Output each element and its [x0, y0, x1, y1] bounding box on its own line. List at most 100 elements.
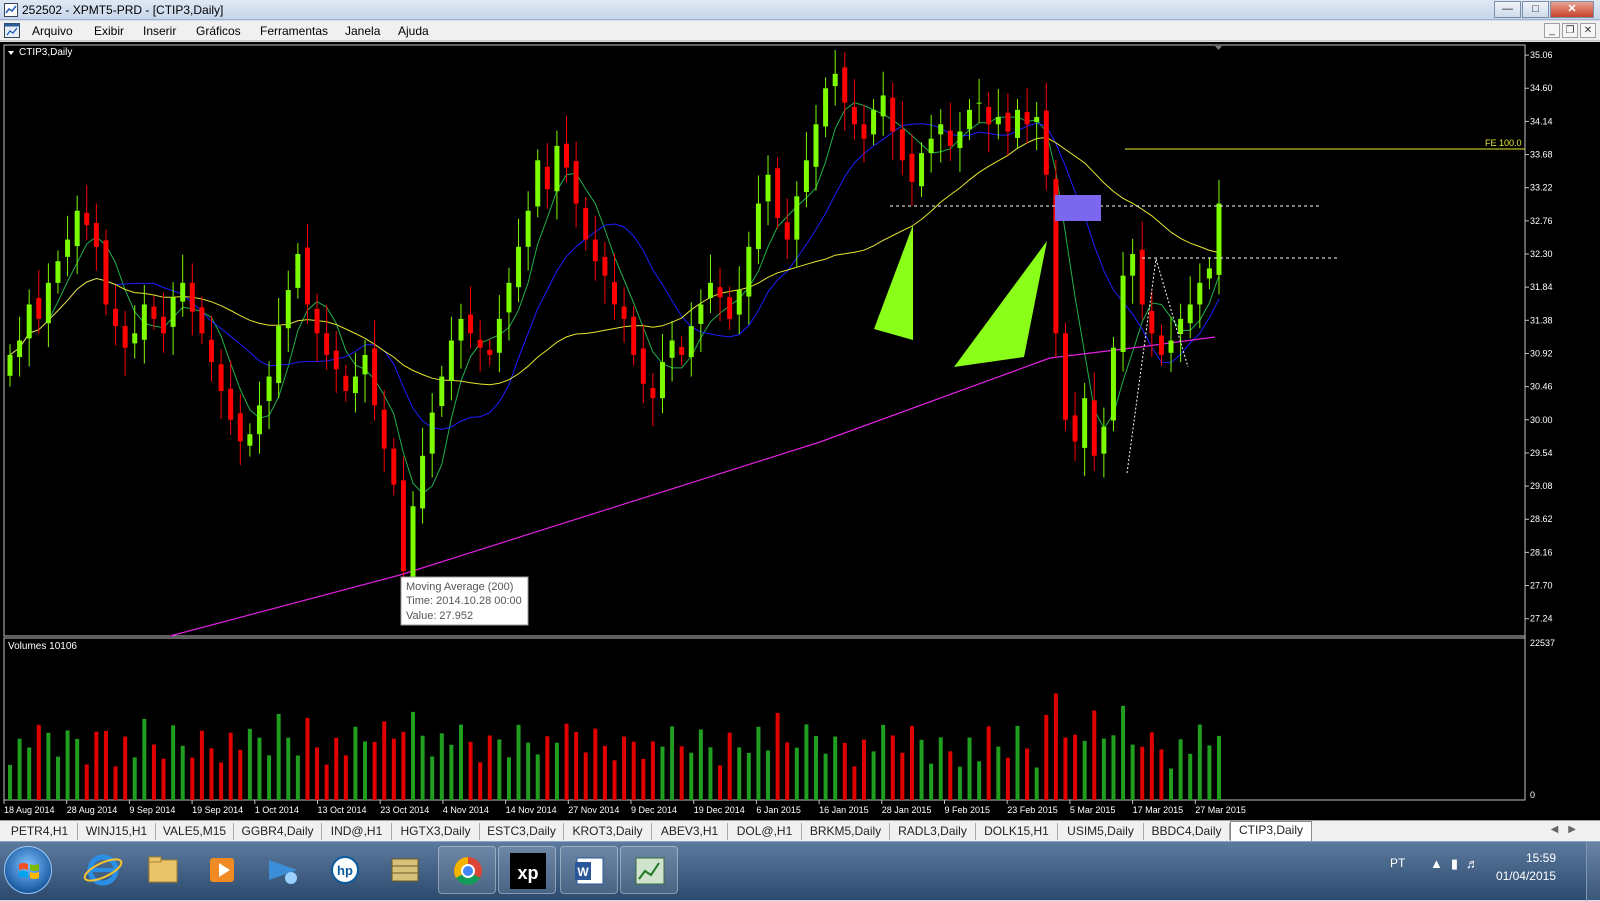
volume-bar[interactable] [199, 730, 204, 800]
minimize-button[interactable]: — [1494, 1, 1521, 18]
candle-body[interactable] [391, 448, 397, 485]
volume-bar[interactable] [1005, 757, 1010, 800]
candle-body[interactable] [400, 480, 406, 572]
volume-bar[interactable] [439, 733, 444, 800]
candle-body[interactable] [640, 348, 646, 384]
volume-bar[interactable] [506, 757, 511, 800]
candle-body[interactable] [477, 339, 483, 348]
volume-bar[interactable] [842, 742, 847, 800]
candle-body[interactable] [26, 304, 32, 339]
metatrader-icon[interactable] [620, 846, 678, 894]
volume-bar[interactable] [660, 746, 665, 800]
volume-bar[interactable] [65, 730, 70, 800]
highlight-box[interactable] [1055, 195, 1101, 221]
candle-body[interactable] [103, 240, 109, 305]
candle-body[interactable] [266, 376, 272, 402]
candle-body[interactable] [247, 434, 253, 446]
volume-bar[interactable] [622, 736, 627, 801]
volume-bar[interactable] [363, 741, 368, 801]
candle-body[interactable] [343, 375, 349, 391]
candle-body[interactable] [199, 307, 205, 334]
volume-bar[interactable] [631, 741, 636, 800]
volume-bar[interactable] [823, 753, 828, 800]
volume-bar[interactable] [919, 739, 924, 800]
volume-bar[interactable] [833, 736, 838, 801]
volume-bar[interactable] [689, 752, 694, 800]
candle-body[interactable] [122, 326, 128, 348]
file-explorer-icon[interactable] [134, 846, 192, 894]
candle-body[interactable] [659, 362, 665, 399]
candle-body[interactable] [602, 256, 608, 276]
volume-bar[interactable] [1111, 735, 1116, 800]
volume-bar[interactable] [977, 761, 982, 800]
chart-window-icon[interactable] [4, 23, 20, 38]
volume-bar[interactable] [900, 752, 905, 800]
triangle-shape-right[interactable] [954, 241, 1047, 367]
volume-bar[interactable] [391, 738, 396, 800]
menu-graficos[interactable]: Gráficos [196, 24, 241, 38]
volume-bar[interactable] [1092, 710, 1097, 801]
candle-body[interactable] [55, 261, 61, 283]
volume-bar[interactable] [1053, 693, 1058, 800]
show-desktop-button[interactable] [1586, 842, 1600, 901]
volume-bar[interactable] [593, 728, 598, 800]
candle-body[interactable] [631, 316, 637, 355]
candle-body[interactable] [544, 166, 550, 190]
volume-bar[interactable] [1044, 714, 1049, 800]
mdi-minimize-button[interactable]: _ [1544, 23, 1560, 38]
volume-bar[interactable] [401, 731, 406, 800]
candle-body[interactable] [621, 306, 627, 319]
candle-body[interactable] [228, 388, 234, 420]
candle-body[interactable] [1043, 110, 1049, 175]
clock-time[interactable]: 15:59 [1526, 851, 1556, 865]
volume-bar[interactable] [55, 756, 60, 800]
candle-body[interactable] [1187, 304, 1193, 324]
chrome-icon[interactable] [438, 846, 496, 894]
volume-bar[interactable] [967, 737, 972, 801]
volume-bar[interactable] [938, 737, 943, 800]
volume-bar[interactable] [468, 741, 473, 800]
volume-bar[interactable] [487, 735, 492, 801]
candle-body[interactable] [669, 340, 675, 358]
volume-bar[interactable] [161, 758, 166, 800]
volume-bar[interactable] [1073, 734, 1078, 800]
candle-body[interactable] [995, 117, 1001, 125]
candle-body[interactable] [276, 326, 282, 384]
volume-bar[interactable] [986, 726, 991, 800]
volume-bar[interactable] [996, 746, 1001, 800]
candle-body[interactable] [1110, 347, 1116, 421]
volume-bar[interactable] [957, 766, 962, 800]
candle-body[interactable] [218, 364, 224, 391]
candle-body[interactable] [727, 297, 733, 319]
volume-bar[interactable] [814, 735, 818, 800]
candle-body[interactable] [1101, 426, 1107, 454]
candle-body[interactable] [1062, 333, 1068, 420]
internet-explorer-icon[interactable] [74, 846, 132, 894]
candle-body[interactable] [381, 409, 387, 449]
tab-petr4[interactable]: PETR4,H1 [2, 823, 78, 840]
candle-body[interactable] [237, 413, 243, 442]
volume-bar[interactable] [1082, 740, 1087, 800]
network-app-icon[interactable] [254, 846, 312, 894]
maximize-button[interactable]: □ [1522, 1, 1549, 18]
candle-body[interactable] [516, 246, 522, 288]
hp-icon[interactable]: hp [316, 846, 374, 894]
volume-bar[interactable] [84, 764, 89, 801]
volume-bar[interactable] [526, 742, 531, 800]
media-player-icon[interactable] [194, 846, 252, 894]
candle-body[interactable] [1005, 112, 1011, 132]
menu-janela[interactable]: Janela [345, 24, 380, 38]
candle-body[interactable] [132, 333, 138, 344]
candle-body[interactable] [496, 318, 502, 353]
volume-bar[interactable] [881, 724, 886, 800]
archive-app-icon[interactable] [376, 846, 434, 894]
volume-bar[interactable] [612, 760, 617, 800]
candle-body[interactable] [429, 412, 435, 454]
candle-body[interactable] [775, 168, 781, 218]
candle-body[interactable] [448, 340, 454, 381]
candle-body[interactable] [285, 290, 291, 329]
volume-bar[interactable] [286, 737, 291, 800]
volume-bar[interactable] [1063, 737, 1068, 800]
candle-body[interactable] [1158, 335, 1164, 355]
candle-body[interactable] [784, 222, 790, 240]
